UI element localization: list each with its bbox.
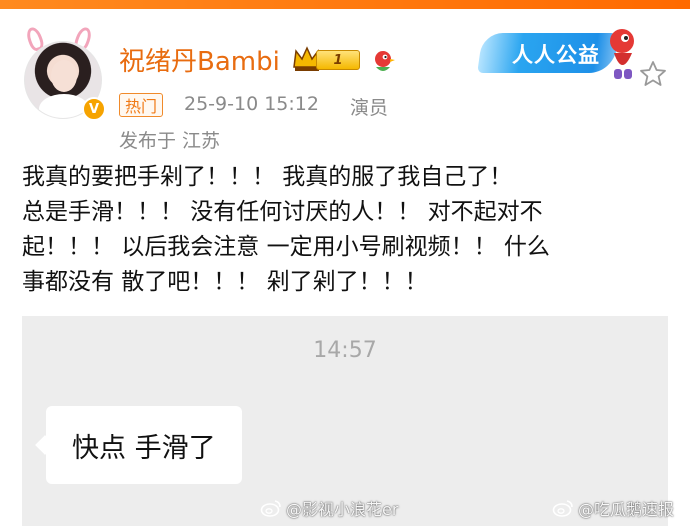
weibo-logo-icon	[552, 500, 573, 517]
weibo-logo-icon	[260, 500, 281, 517]
avatar[interactable]: V	[16, 25, 110, 121]
username[interactable]: 祝绪丹Bambi	[119, 41, 280, 78]
top-accent-bar	[0, 0, 690, 9]
vip-badge[interactable]: 1	[292, 45, 362, 73]
chat-timestamp: 14:57	[313, 338, 377, 363]
user-role: 演员	[350, 97, 389, 119]
post-header: V 祝绪丹Bambi 1 热门 25-9-10 15:12 演员 发布于 江苏 …	[0, 9, 690, 152]
charity-label: 人人公益	[512, 43, 600, 67]
favorite-star-icon[interactable]	[638, 59, 668, 89]
chat-screenshot-image[interactable]: 14:57 快点 手滑了	[22, 316, 668, 526]
watermark-text: @影视小浪花er	[286, 500, 399, 519]
post-location: 发布于 江苏	[119, 130, 221, 152]
vip-level: 1	[316, 50, 360, 70]
charity-badge[interactable]: 人人公益	[477, 25, 640, 83]
bird-icon	[375, 51, 395, 71]
post-line: 事都没有 散了吧！！！ 剁了剁了！！！	[22, 269, 428, 295]
post-line: 起！！！ 以后我会注意 一定用小号刷视频！！ 什么	[22, 234, 550, 260]
post-body: 我真的要把手剁了！！！ 我真的服了我自己了！ 总是手滑！！！ 没有任何讨厌的人！…	[22, 160, 672, 300]
chat-message-bubble: 快点 手滑了	[46, 406, 242, 484]
avatar-face	[51, 60, 77, 92]
mascot-icon	[610, 29, 634, 79]
post-line: 我真的要把手剁了！！！ 我真的服了我自己了！	[22, 164, 513, 190]
watermark-left: @影视小浪花er	[260, 496, 398, 520]
post-line: 总是手滑！！！ 没有任何讨厌的人！！ 对不起对不	[22, 199, 543, 225]
watermark-right: @吃瓜鹅速报	[552, 496, 674, 520]
watermark-text: @吃瓜鹅速报	[578, 500, 675, 519]
post-timestamp: 25-9-10 15:12	[184, 93, 319, 115]
hot-tag[interactable]: 热门	[119, 93, 164, 117]
verified-icon: V	[82, 97, 106, 121]
